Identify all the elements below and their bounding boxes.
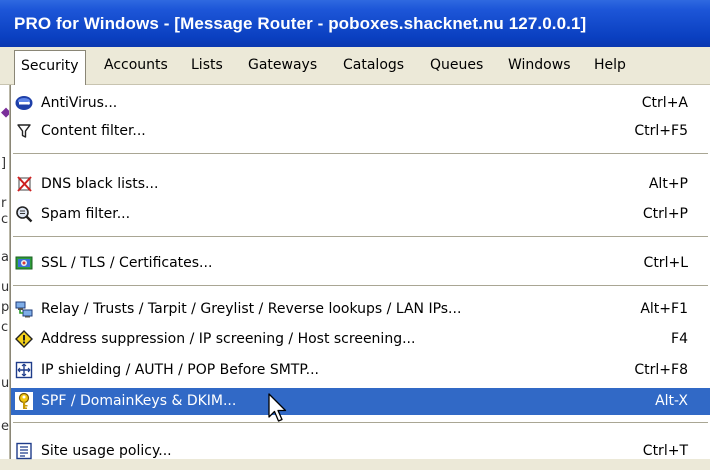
menu-help-label: Help — [594, 57, 626, 73]
menu-gateways-label: Gateways — [248, 57, 318, 73]
menu-item-label: Address suppression / IP screening / Hos… — [41, 331, 416, 347]
menu-item-label: DNS black lists... — [41, 176, 159, 192]
content-filter-icon — [15, 122, 33, 140]
menu-catalogs[interactable]: Catalogs — [343, 47, 404, 84]
menu-security[interactable]: Security — [14, 50, 86, 85]
bg-glyph: r — [1, 196, 7, 211]
menu-item-site-usage-policy[interactable]: Site usage policy... Ctrl+T — [11, 437, 710, 465]
menu-help[interactable]: Help — [594, 47, 626, 84]
menu-separator — [13, 285, 708, 287]
menu-windows-label: Windows — [508, 57, 571, 73]
menu-item-label: SPF / DomainKeys & DKIM... — [41, 393, 237, 409]
key-icon — [15, 392, 33, 410]
menu-item-label: AntiVirus... — [41, 95, 118, 111]
menu-item-label: Relay / Trusts / Tarpit / Greylist / Rev… — [41, 301, 462, 317]
menu-queues[interactable]: Queues — [430, 47, 483, 84]
warning-diamond-icon — [15, 330, 33, 348]
policy-icon — [15, 442, 33, 460]
bg-glyph: p — [1, 300, 10, 315]
menu-item-content-filter[interactable]: Content filter... Ctrl+F5 — [11, 117, 710, 145]
bg-glyph: u — [1, 280, 10, 295]
security-menu: AntiVirus... Ctrl+A Content filter... Ct… — [10, 85, 710, 460]
menu-separator — [13, 422, 708, 424]
menu-item-shortcut: Ctrl+F8 — [634, 362, 688, 378]
bg-glyph: u — [1, 376, 10, 391]
bg-glyph: e — [1, 419, 9, 434]
menu-item-label: SSL / TLS / Certificates... — [41, 255, 213, 271]
menu-item-dns-black-lists[interactable]: DNS black lists... Alt+P — [11, 170, 710, 198]
menu-item-address-suppression[interactable]: Address suppression / IP screening / Hos… — [11, 325, 710, 353]
bg-glyph: ◆ — [1, 105, 10, 120]
spam-filter-icon — [15, 205, 33, 223]
menu-separator — [13, 153, 708, 155]
menu-item-label: IP shielding / AUTH / POP Before SMTP... — [41, 362, 319, 378]
bg-glyph: c — [1, 212, 9, 227]
menu-item-label: Spam filter... — [41, 206, 131, 222]
menu-item-ssl-tls[interactable]: SSL / TLS / Certificates... Ctrl+L — [11, 249, 710, 277]
relay-icon — [15, 300, 33, 318]
antivirus-icon — [15, 94, 33, 112]
menu-accounts[interactable]: Accounts — [104, 47, 168, 84]
menu-security-label: Security — [21, 58, 79, 74]
menu-item-shortcut: Ctrl+A — [641, 95, 688, 111]
menu-item-spf-dkim[interactable]: SPF / DomainKeys & DKIM... Alt-X — [11, 388, 710, 415]
menu-windows[interactable]: Windows — [508, 47, 571, 84]
menu-item-relay-trusts[interactable]: Relay / Trusts / Tarpit / Greylist / Rev… — [11, 295, 710, 323]
menu-separator — [13, 236, 708, 238]
menu-bar: Security Accounts Lists Gateways Catalog… — [0, 47, 710, 85]
menu-item-shortcut: Ctrl+L — [643, 255, 688, 271]
background-window-edge: ◆ ] r c a u p c u e — [0, 85, 10, 459]
dns-blacklist-icon — [15, 175, 33, 193]
menu-item-shortcut: Alt-X — [655, 393, 688, 409]
menu-catalogs-label: Catalogs — [343, 57, 405, 73]
certificate-icon — [15, 254, 33, 272]
menu-accounts-label: Accounts — [104, 57, 168, 73]
menu-item-shortcut: Alt+F1 — [640, 301, 688, 317]
menu-item-ip-shielding[interactable]: IP shielding / AUTH / POP Before SMTP...… — [11, 356, 710, 384]
bg-glyph: c — [1, 320, 9, 335]
menu-item-antivirus[interactable]: AntiVirus... Ctrl+A — [11, 89, 710, 117]
menu-item-label: Site usage policy... — [41, 443, 172, 459]
bg-glyph: ] — [1, 156, 7, 171]
menu-item-shortcut: Alt+P — [648, 176, 688, 192]
menu-lists-label: Lists — [191, 57, 223, 73]
mouse-pointer-icon — [268, 393, 287, 422]
menu-queues-label: Queues — [430, 57, 484, 73]
menu-item-shortcut: Ctrl+F5 — [634, 123, 688, 139]
menu-item-shortcut: F4 — [671, 331, 688, 347]
menu-item-spam-filter[interactable]: Spam filter... Ctrl+P — [11, 200, 710, 228]
menu-item-shortcut: Ctrl+P — [642, 206, 688, 222]
menu-gateways[interactable]: Gateways — [248, 47, 317, 84]
window-title: PRO for Windows - [Message Router - pobo… — [14, 14, 587, 33]
menu-lists[interactable]: Lists — [191, 47, 223, 84]
menu-item-shortcut: Ctrl+T — [642, 443, 688, 459]
window-title-bar[interactable]: PRO for Windows - [Message Router - pobo… — [0, 0, 710, 47]
ip-shield-icon — [15, 361, 33, 379]
menu-item-label: Content filter... — [41, 123, 146, 139]
bg-glyph: a — [1, 250, 9, 265]
